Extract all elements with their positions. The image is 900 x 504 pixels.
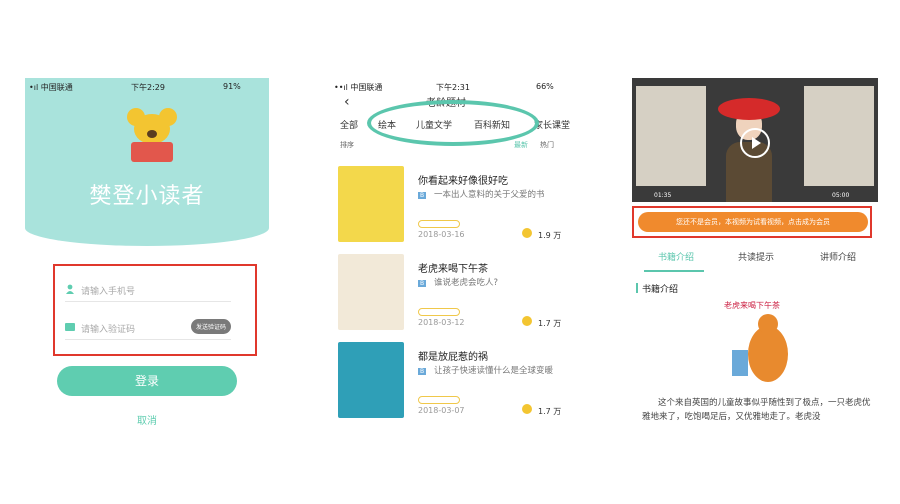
back-icon[interactable]: ‹	[344, 94, 350, 110]
sort-label: 排序	[340, 141, 354, 149]
video-player[interactable]: 01:35 05:00	[632, 78, 878, 202]
list-item[interactable]: 老虎来喝下午茶 B 谁说老虎会吃人? 2018-03-12 1.7 万	[338, 254, 568, 336]
koala-logo	[127, 108, 177, 164]
tab-lecturer[interactable]: 讲师介绍	[820, 250, 856, 263]
login-button[interactable]: 登录	[57, 366, 237, 396]
battery: 66%	[536, 82, 554, 91]
book-desc: 谁说老虎会吃人?	[434, 278, 499, 288]
send-code-button[interactable]: 发送验证码	[190, 319, 231, 334]
code-field[interactable]: 请输入验证码 发送验证码	[65, 316, 231, 340]
book-title: 都是放屁惹的祸	[418, 352, 488, 363]
tag-icon: B	[418, 192, 427, 199]
listen-icon	[522, 228, 532, 238]
code-icon	[65, 323, 75, 331]
play-count: 1.9 万	[538, 231, 562, 240]
book-title: 老虎来喝下午茶	[418, 264, 488, 275]
status-bar: ••ıl 中国联通 下午2:31 66%	[330, 78, 575, 94]
tab-reading-tips[interactable]: 共读提示	[738, 250, 774, 263]
book-title: 你看起来好像很好吃	[418, 176, 508, 187]
status-time: 下午2:31	[436, 83, 470, 92]
play-count: 1.7 万	[538, 407, 562, 416]
tab-parent-class[interactable]: 家长课堂	[534, 118, 570, 131]
status-bar: •ıl 中国联通 下午2:29 91%	[25, 78, 269, 94]
badge	[418, 308, 460, 316]
status-time: 下午2:29	[131, 83, 165, 92]
book-list-screen: ••ıl 中国联通 下午2:31 66% ‹ 老龄题材 全部 绘本 儿童文学 百…	[330, 78, 575, 436]
sort-newest[interactable]: 最新	[514, 140, 528, 150]
list-item[interactable]: 都是放屁惹的祸 B 让孩子快速读懂什么是全球变暖 2018-03-07 1.7 …	[338, 342, 568, 424]
battery: 91%	[223, 82, 241, 91]
listen-icon	[522, 404, 532, 414]
login-screen: •ıl 中国联通 下午2:29 91% 樊登小读者 请输入手机号 请输入验证码 …	[25, 78, 269, 436]
book-detail-screen: 01:35 05:00 您还不是会员，本视频为试看视频，点击成为会员 书籍介绍 …	[632, 78, 878, 436]
listen-icon	[522, 316, 532, 326]
membership-banner[interactable]: 您还不是会员，本视频为试看视频，点击成为会员	[638, 212, 868, 232]
section-heading: 书籍介绍	[635, 282, 678, 295]
play-count: 1.7 万	[538, 319, 562, 328]
description-text: 这个来自英国的儿童故事似乎随性到了极点，一只老虎优雅地来了，吃饱喝足后，又优雅地…	[642, 398, 871, 422]
book-date: 2018-03-12	[418, 318, 465, 327]
video-time-start: 01:35	[654, 192, 672, 199]
tag-icon: B	[418, 368, 427, 375]
cancel-link[interactable]: 取消	[25, 412, 269, 427]
book-date: 2018-03-07	[418, 406, 465, 415]
brand-name: 樊登小读者	[89, 184, 205, 209]
book-date: 2018-03-16	[418, 230, 465, 239]
badge	[418, 396, 460, 404]
play-icon[interactable]	[740, 128, 770, 158]
list-item[interactable]: 你看起来好像很好吃 B 一本出人意料的关于父爱的书 2018-03-16 1.9…	[338, 166, 568, 248]
user-icon	[66, 284, 74, 294]
code-placeholder: 请输入验证码	[81, 325, 136, 335]
sort-hot[interactable]: 热门	[540, 140, 554, 150]
tab-all[interactable]: 全部	[340, 118, 358, 131]
book-cover	[338, 342, 404, 418]
badge	[418, 220, 460, 228]
video-controls: 01:35 05:00	[632, 190, 878, 202]
book-cover	[338, 254, 404, 330]
book-cover	[338, 166, 404, 242]
carrier: •ıl 中国联通	[29, 83, 73, 92]
phone-field[interactable]: 请输入手机号	[65, 278, 231, 302]
book-desc: 让孩子快速读懂什么是全球变暖	[434, 366, 554, 376]
book-desc: 一本出人意料的关于父爱的书	[434, 190, 545, 200]
video-time-end: 05:00	[832, 192, 850, 199]
tab-book-intro[interactable]: 书籍介绍	[658, 250, 694, 263]
tab-underline	[644, 270, 704, 272]
carrier: ••ıl 中国联通	[334, 83, 383, 92]
tag-icon: B	[418, 280, 427, 287]
book-illustration: 老虎来喝下午茶	[718, 300, 802, 384]
phone-placeholder: 请输入手机号	[81, 287, 136, 297]
